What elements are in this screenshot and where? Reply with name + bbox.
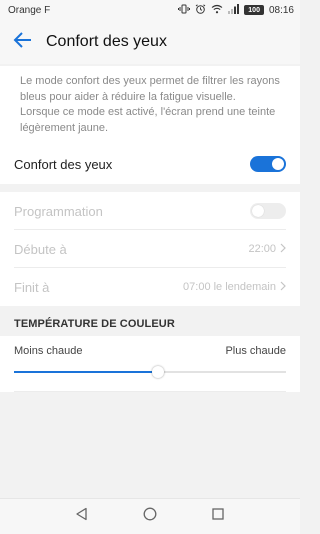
- nav-back-button[interactable]: [71, 506, 93, 528]
- wifi-icon: [211, 4, 223, 17]
- status-icons: 100 08:16: [178, 3, 294, 17]
- back-triangle-icon: [75, 507, 89, 526]
- arrow-left-icon: [13, 31, 33, 53]
- vibrate-icon: [178, 4, 191, 17]
- schedule-label: Programmation: [14, 203, 103, 219]
- description-line: bleus pour aider à réduire la fatigue vi…: [20, 90, 236, 103]
- end-time-row[interactable]: Finit à 07:00 le lendemain: [0, 268, 300, 306]
- recents-square-icon: [211, 507, 225, 526]
- toggle-knob: [272, 158, 284, 170]
- schedule-toggle[interactable]: [250, 203, 286, 219]
- chevron-right-icon: [280, 243, 286, 256]
- chevron-right-icon: [280, 281, 286, 294]
- description-line: légèrement jaune.: [20, 121, 109, 134]
- start-time-value: 22:00: [248, 243, 286, 256]
- home-circle-icon: [143, 507, 157, 526]
- signal-icon: [228, 3, 240, 17]
- start-time-text: 22:00: [248, 243, 276, 255]
- color-temperature-slider-block: Moins chaude Plus chaude: [0, 336, 300, 392]
- nav-recents-button[interactable]: [207, 506, 229, 528]
- page-title: Confort des yeux: [46, 33, 167, 50]
- battery-icon: 100: [244, 5, 264, 15]
- slider-min-label: Moins chaude: [14, 345, 83, 357]
- toggle-knob: [252, 205, 264, 217]
- start-time-label: Débute à: [14, 241, 67, 257]
- eye-comfort-row[interactable]: Confort des yeux: [0, 144, 300, 184]
- start-time-row[interactable]: Débute à 22:00: [0, 230, 300, 268]
- clock: 08:16: [268, 4, 294, 16]
- eye-comfort-toggle[interactable]: [250, 156, 286, 172]
- description-text: Le mode confort des yeux permet de filtr…: [0, 66, 300, 144]
- color-temperature-header: TEMPÉRATURE DE COULEUR: [0, 312, 300, 336]
- end-time-text: 07:00 le lendemain: [183, 281, 276, 293]
- alarm-clock-icon: [195, 3, 206, 17]
- slider-max-label: Plus chaude: [225, 345, 286, 357]
- end-time-value: 07:00 le lendemain: [183, 281, 286, 294]
- status-bar: Orange F 100 08:16: [0, 0, 300, 20]
- eye-comfort-label: Confort des yeux: [14, 156, 113, 172]
- carrier-name: Orange F: [8, 4, 51, 16]
- app-bar: Confort des yeux: [0, 20, 300, 64]
- description-line: Lorsque ce mode est activé, l'écran pren…: [20, 106, 276, 118]
- color-temperature-slider[interactable]: [14, 366, 286, 378]
- slider-thumb[interactable]: [152, 366, 165, 378]
- back-button[interactable]: [10, 29, 36, 55]
- divider: [14, 391, 286, 392]
- slider-labels: Moins chaude Plus chaude: [14, 345, 286, 357]
- slider-fill: [14, 371, 159, 373]
- navigation-bar: [0, 498, 300, 534]
- schedule-row[interactable]: Programmation: [0, 192, 300, 230]
- description-line: Le mode confort des yeux permet de filtr…: [20, 75, 280, 87]
- end-time-label: Finit à: [14, 279, 50, 295]
- nav-home-button[interactable]: [139, 506, 161, 528]
